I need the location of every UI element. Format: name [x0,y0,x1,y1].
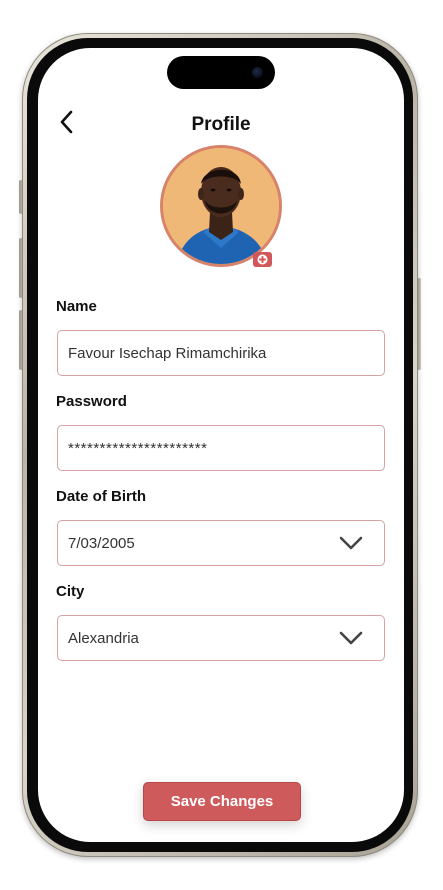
chevron-down-icon [339,536,363,550]
chevron-down-icon [339,631,363,645]
name-input[interactable]: Favour Isechap Rimamchirika [57,330,385,376]
city-value: Alexandria [68,629,139,647]
avatar[interactable] [160,145,282,267]
city-dropdown-toggle[interactable] [338,625,364,651]
phone-screen: Profile Name Favour Isechap Rimamchirika… [38,48,404,842]
page-title: Profile [191,114,251,135]
password-label: Password [56,393,127,410]
city-label: City [56,583,85,600]
city-select[interactable]: Alexandria [57,615,385,661]
name-value: Favour Isechap Rimamchirika [68,344,267,362]
date-of-birth-label: Date of Birth [56,488,146,505]
dynamic-island [167,56,275,89]
save-changes-button[interactable]: Save Changes [143,782,301,821]
password-input[interactable]: ********************** [57,425,385,471]
front-camera-icon [252,67,263,78]
date-of-birth-value: 7/03/2005 [68,534,135,552]
name-label: Name [56,298,97,315]
app-stage: Profile Name Favour Isechap Rimamchirika… [0,0,443,890]
date-of-birth-select[interactable]: 7/03/2005 [57,520,385,566]
change-photo-button[interactable] [253,252,272,267]
date-of-birth-dropdown-toggle[interactable] [338,530,364,556]
profile-photo [163,148,279,264]
password-value: ********************** [68,439,208,457]
plus-icon [257,254,268,265]
